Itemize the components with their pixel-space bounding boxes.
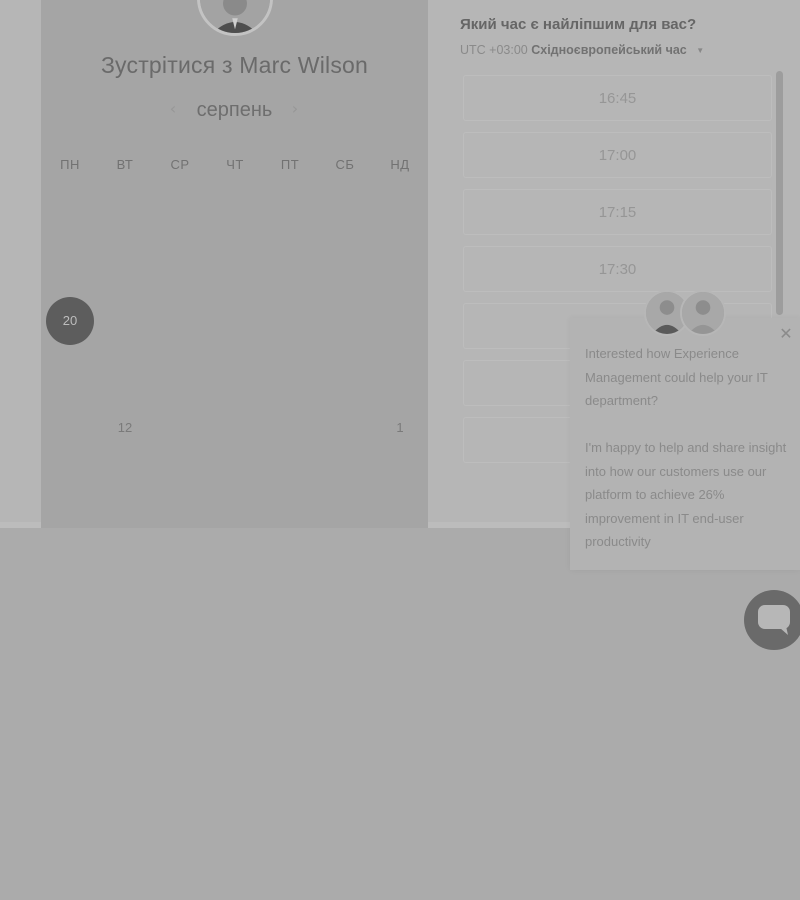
chevron-right-icon[interactable]: › [285, 99, 305, 119]
calendar-day[interactable]: 12 [101, 404, 149, 452]
calendar-day[interactable] [376, 243, 424, 291]
calendar-day[interactable] [321, 350, 369, 398]
calendar-day[interactable] [266, 297, 314, 345]
time-slot[interactable]: 17:30 [463, 246, 772, 292]
weekday-label: СР [170, 157, 190, 172]
calendar-day[interactable] [156, 191, 204, 239]
calendar-day[interactable] [211, 350, 259, 398]
calendar-day[interactable] [156, 297, 204, 345]
calendar-day[interactable] [321, 404, 369, 452]
chat-agent-avatars [644, 290, 728, 338]
current-month: серпень [196, 99, 273, 121]
person-icon [682, 292, 724, 334]
weekday-label: ПН [60, 157, 80, 172]
calendar-day[interactable] [101, 297, 149, 345]
timezone-name: Східноєвропейський час [531, 43, 687, 57]
calendar-day[interactable]: 1 [376, 404, 424, 452]
calendar-day[interactable] [101, 191, 149, 239]
chat-bubble-icon [758, 605, 790, 635]
calendar-day[interactable] [101, 243, 149, 291]
calendar-day[interactable] [376, 350, 424, 398]
calendar-day[interactable] [321, 243, 369, 291]
chat-paragraph: Interested how Experience Management cou… [585, 346, 768, 408]
calendar-day[interactable] [46, 191, 94, 239]
weekday-label: СБ [335, 157, 355, 172]
chat-launcher-button[interactable] [744, 590, 800, 650]
weekday-label: ЧТ [226, 157, 244, 172]
calendar-day[interactable] [266, 243, 314, 291]
calendar-day[interactable] [156, 350, 204, 398]
meeting-title: Зустрітися з Marc Wilson [100, 52, 369, 78]
calendar-day[interactable] [266, 404, 314, 452]
calendar-day[interactable] [46, 243, 94, 291]
weekday-label: ПТ [280, 157, 300, 172]
calendar-day[interactable] [211, 404, 259, 452]
calendar-day-selected[interactable]: 20 [46, 297, 94, 345]
calendar-day[interactable] [376, 191, 424, 239]
chat-paragraph: I'm happy to help and share insight into… [585, 440, 787, 549]
time-slot[interactable]: 17:15 [463, 189, 772, 235]
weekday-label: НД [390, 157, 410, 172]
calendar-day[interactable] [321, 297, 369, 345]
calendar-day[interactable] [46, 350, 94, 398]
caret-down-icon: ▼ [696, 46, 705, 55]
time-picker-heading: Який час є найліпшим для вас? [460, 16, 697, 33]
scrollbar[interactable] [776, 71, 783, 315]
calendar-day[interactable] [156, 243, 204, 291]
timezone-selector[interactable]: UTC +03:00 Східноєвропейський час ▼ [460, 43, 704, 57]
time-slot[interactable]: 16:45 [463, 75, 772, 121]
timezone-offset: UTC +03:00 [460, 43, 528, 57]
calendar-day[interactable] [376, 297, 424, 345]
calendar-day[interactable] [266, 350, 314, 398]
time-slot[interactable]: 17:00 [463, 132, 772, 178]
calendar-day[interactable] [101, 350, 149, 398]
month-navigation: ‹ серпень › [41, 97, 428, 125]
close-icon[interactable]: ✕ [778, 326, 794, 342]
calendar-day[interactable] [321, 191, 369, 239]
calendar-day[interactable] [211, 297, 259, 345]
calendar-day[interactable] [156, 404, 204, 452]
calendar-day[interactable] [211, 243, 259, 291]
chat-message: Interested how Experience Management cou… [585, 342, 790, 554]
calendar-day[interactable] [46, 404, 94, 452]
agent-avatar [680, 290, 726, 336]
weekday-label: ВТ [116, 157, 134, 172]
calendar-day[interactable] [266, 191, 314, 239]
calendar-day[interactable] [211, 191, 259, 239]
